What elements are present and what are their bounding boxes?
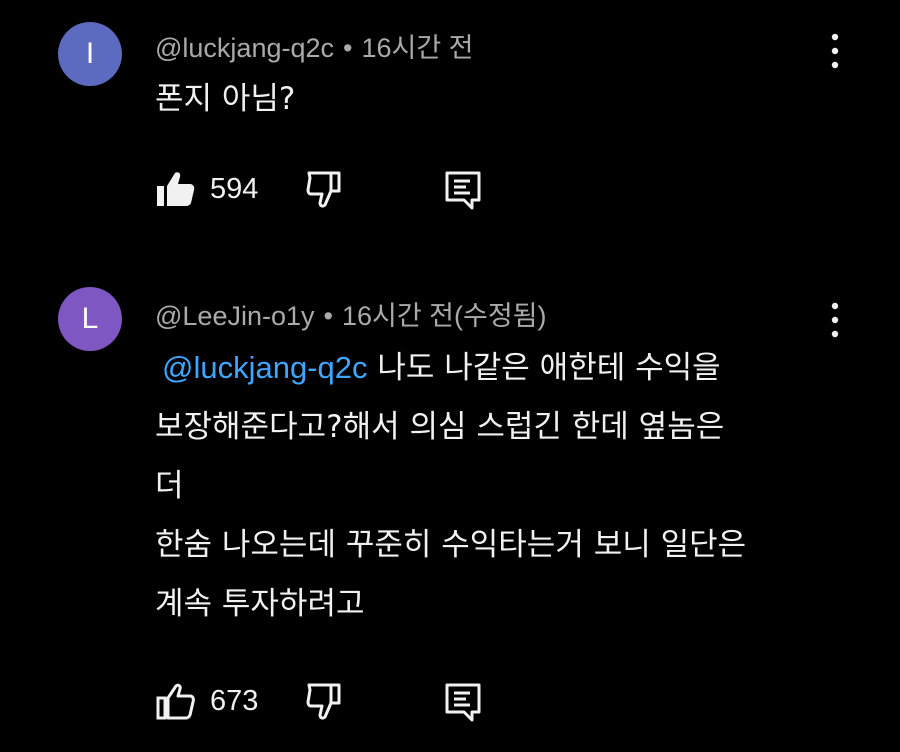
comment-text: @luckjang-q2c 나도 나같은 애한테 수익을 보장해준다고?해서 의… <box>155 338 746 634</box>
reply-icon[interactable] <box>444 682 484 722</box>
comment-text-line: 한숨 나오는데 꾸준히 수익타는거 보니 일단은 <box>155 527 747 563</box>
thumbs-up-icon[interactable] <box>156 170 196 210</box>
comment-text: 폰지 아님? <box>155 70 295 129</box>
comment-text-fragment: 나도 나같은 애한테 수익을 <box>377 350 721 386</box>
more-vert-icon[interactable] <box>826 301 844 341</box>
comment-text-line: @luckjang-q2c 나도 나같은 애한테 수익을 <box>155 338 746 398</box>
comment-meta: @luckjang-q2c • 16시간 전 <box>155 26 474 65</box>
comment-text-line: 더 <box>155 468 184 504</box>
like-count: 594 <box>210 173 259 205</box>
comment-time: 16시간 전(수정됨) <box>341 301 547 331</box>
comment-text-line: 폰지 아님? <box>155 81 296 117</box>
meta-separator: • <box>323 301 333 331</box>
comment-item: L @LeeJin-o1y • 16시간 전(수정됨) @luckjang-q2c … <box>0 270 900 752</box>
author-handle[interactable]: @luckjang-q2c <box>155 33 334 63</box>
thumbs-down-icon[interactable] <box>306 682 346 722</box>
like-count: 673 <box>210 685 259 717</box>
comment-item: I @luckjang-q2c • 16시간 전 폰지 아님? 594 <box>0 0 900 250</box>
author-handle[interactable]: @LeeJin-o1y <box>155 301 315 331</box>
comment-text-line: 보장해준다고?해서 의심 스럽긴 한데 옆놈은 <box>155 409 725 445</box>
comment-meta: @LeeJin-o1y • 16시간 전(수정됨) <box>155 294 547 333</box>
comment-time: 16시간 전 <box>361 33 474 63</box>
reply-icon[interactable] <box>444 170 484 210</box>
comment-text-line: 계속 투자하려고 <box>155 586 365 622</box>
avatar[interactable]: L <box>58 287 122 351</box>
avatar[interactable]: I <box>58 22 122 86</box>
mention-link[interactable]: @luckjang-q2c <box>162 350 368 385</box>
more-vert-icon[interactable] <box>826 32 844 72</box>
meta-separator: • <box>343 33 353 63</box>
thumbs-down-icon[interactable] <box>306 170 346 210</box>
thumbs-up-icon[interactable] <box>156 682 196 722</box>
